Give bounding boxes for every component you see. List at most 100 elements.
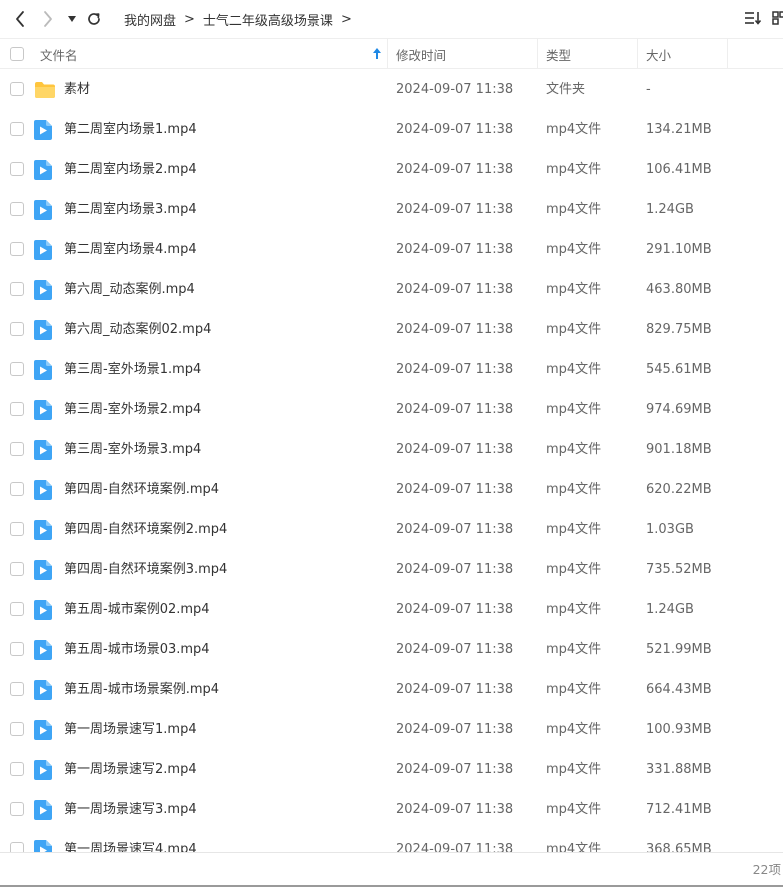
file-name[interactable]: 第五周-城市案例02.mp4 xyxy=(64,590,210,630)
sort-ascending-arrow-icon xyxy=(373,48,381,59)
select-all-checkbox[interactable] xyxy=(10,47,24,61)
row-checkbox[interactable] xyxy=(10,442,24,456)
file-name[interactable]: 第四周-自然环境案例3.mp4 xyxy=(64,550,227,590)
row-checkbox[interactable] xyxy=(10,202,24,216)
row-checkbox[interactable] xyxy=(10,362,24,376)
row-checkbox[interactable] xyxy=(10,762,24,776)
file-type: mp4文件 xyxy=(546,682,602,697)
file-modified-time: 2024-09-07 11:38 xyxy=(396,602,514,617)
row-checkbox[interactable] xyxy=(10,842,24,852)
file-name[interactable]: 第二周室内场景2.mp4 xyxy=(64,150,197,190)
history-dropdown-button[interactable] xyxy=(66,9,78,29)
file-row[interactable]: 第四周-自然环境案例3.mp4 2024-09-07 11:38 mp4文件 735.… xyxy=(0,550,783,590)
dropdown-triangle-icon xyxy=(68,16,76,22)
row-checkbox[interactable] xyxy=(10,642,24,656)
file-row[interactable]: 第五周-城市案例02.mp4 2024-09-07 11:38 mp4文件 1.24G… xyxy=(0,590,783,630)
row-checkbox[interactable] xyxy=(10,802,24,816)
file-row[interactable]: 第一周场景速写3.mp4 2024-09-07 11:38 mp4文件 712.41M… xyxy=(0,790,783,830)
view-mode-button[interactable] xyxy=(772,10,783,28)
status-bar: 22项 xyxy=(0,852,783,887)
file-type: mp4文件 xyxy=(546,362,602,377)
file-row[interactable]: 第四周-自然环境案例.mp4 2024-09-07 11:38 mp4文件 620.2… xyxy=(0,470,783,510)
file-modified-time: 2024-09-07 11:38 xyxy=(396,362,514,377)
file-name[interactable]: 第三周-室外场景2.mp4 xyxy=(64,390,201,430)
file-name[interactable]: 第一周场景速写1.mp4 xyxy=(64,710,197,750)
file-size: 368.65MB xyxy=(646,842,712,852)
file-row[interactable]: 第一周场景速写1.mp4 2024-09-07 11:38 mp4文件 100.93M… xyxy=(0,710,783,750)
file-row[interactable]: 第六周_动态案例02.mp4 2024-09-07 11:38 mp4文件 829.7… xyxy=(0,310,783,350)
file-name[interactable]: 第二周室内场景3.mp4 xyxy=(64,190,197,230)
row-checkbox[interactable] xyxy=(10,722,24,736)
file-row[interactable]: 第二周室内场景1.mp4 2024-09-07 11:38 mp4文件 134.21M… xyxy=(0,110,783,150)
file-row[interactable]: 第五周-城市场景03.mp4 2024-09-07 11:38 mp4文件 521.9… xyxy=(0,630,783,670)
file-name[interactable]: 第四周-自然环境案例2.mp4 xyxy=(64,510,227,550)
sort-list-icon xyxy=(745,12,762,25)
file-row[interactable]: 第二周室内场景3.mp4 2024-09-07 11:38 mp4文件 1.24GB xyxy=(0,190,783,230)
back-button[interactable] xyxy=(10,9,30,29)
column-header-modified[interactable]: 修改时间 xyxy=(396,39,536,69)
file-row[interactable]: 第六周_动态案例.mp4 2024-09-07 11:38 mp4文件 463.80M… xyxy=(0,270,783,310)
folder-icon xyxy=(34,80,55,100)
file-type: mp4文件 xyxy=(546,242,602,257)
file-name[interactable]: 第六周_动态案例.mp4 xyxy=(64,270,195,310)
video-file-icon xyxy=(34,840,54,852)
column-divider xyxy=(727,39,728,69)
video-file-icon xyxy=(34,520,54,540)
file-name[interactable]: 第一周场景速写3.mp4 xyxy=(64,790,197,830)
file-name[interactable]: 第六周_动态案例02.mp4 xyxy=(64,310,211,350)
file-name[interactable]: 素材 xyxy=(64,70,90,110)
column-header-type[interactable]: 类型 xyxy=(546,39,636,69)
file-modified-time: 2024-09-07 11:38 xyxy=(396,122,514,137)
file-row[interactable]: 素材 2024-09-07 11:38 文件夹 - xyxy=(0,70,783,110)
file-modified-time: 2024-09-07 11:38 xyxy=(396,322,514,337)
file-row[interactable]: 第四周-自然环境案例2.mp4 2024-09-07 11:38 mp4文件 1.03… xyxy=(0,510,783,550)
video-file-icon xyxy=(34,560,54,580)
file-name[interactable]: 第二周室内场景1.mp4 xyxy=(64,110,197,150)
file-row[interactable]: 第三周-室外场景3.mp4 2024-09-07 11:38 mp4文件 901.18… xyxy=(0,430,783,470)
column-header-name[interactable]: 文件名 xyxy=(40,39,385,69)
row-checkbox[interactable] xyxy=(10,522,24,536)
video-file-icon xyxy=(34,760,54,780)
file-type: mp4文件 xyxy=(546,722,602,737)
row-checkbox[interactable] xyxy=(10,482,24,496)
row-checkbox[interactable] xyxy=(10,322,24,336)
file-name[interactable]: 第五周-城市场景案例.mp4 xyxy=(64,670,219,710)
file-size: 106.41MB xyxy=(646,162,712,177)
row-checkbox[interactable] xyxy=(10,282,24,296)
file-row[interactable]: 第三周-室外场景1.mp4 2024-09-07 11:38 mp4文件 545.61… xyxy=(0,350,783,390)
file-row[interactable]: 第二周室内场景2.mp4 2024-09-07 11:38 mp4文件 106.41M… xyxy=(0,150,783,190)
file-row[interactable]: 第五周-城市场景案例.mp4 2024-09-07 11:38 mp4文件 664.4… xyxy=(0,670,783,710)
file-name[interactable]: 第一周场景速写4.mp4 xyxy=(64,830,197,852)
row-checkbox[interactable] xyxy=(10,82,24,96)
file-type: mp4文件 xyxy=(546,762,602,777)
file-name[interactable]: 第四周-自然环境案例.mp4 xyxy=(64,470,219,510)
row-checkbox[interactable] xyxy=(10,402,24,416)
file-row[interactable]: 第三周-室外场景2.mp4 2024-09-07 11:38 mp4文件 974.69… xyxy=(0,390,783,430)
row-checkbox[interactable] xyxy=(10,242,24,256)
breadcrumb-item-root[interactable]: 我的网盘 xyxy=(124,10,176,29)
file-name[interactable]: 第三周-室外场景3.mp4 xyxy=(64,430,201,470)
row-checkbox[interactable] xyxy=(10,682,24,696)
row-checkbox[interactable] xyxy=(10,162,24,176)
video-file-icon xyxy=(34,720,54,740)
file-modified-time: 2024-09-07 11:38 xyxy=(396,402,514,417)
row-checkbox[interactable] xyxy=(10,122,24,136)
video-file-icon xyxy=(34,600,54,620)
row-checkbox[interactable] xyxy=(10,602,24,616)
file-name[interactable]: 第二周室内场景4.mp4 xyxy=(64,230,197,270)
file-name[interactable]: 第三周-室外场景1.mp4 xyxy=(64,350,201,390)
file-row[interactable]: 第一周场景速写2.mp4 2024-09-07 11:38 mp4文件 331.88M… xyxy=(0,750,783,790)
column-header-size[interactable]: 大小 xyxy=(646,39,726,69)
breadcrumb-item-current[interactable]: 士气二年级高级场景课 xyxy=(203,10,333,29)
refresh-button[interactable] xyxy=(84,9,104,29)
sort-menu-button[interactable] xyxy=(744,10,764,28)
file-row[interactable]: 第一周场景速写4.mp4 2024-09-07 11:38 mp4文件 368.65M… xyxy=(0,830,783,852)
row-checkbox[interactable] xyxy=(10,562,24,576)
file-name[interactable]: 第五周-城市场景03.mp4 xyxy=(64,630,210,670)
video-file-icon xyxy=(34,680,54,700)
file-size: 545.61MB xyxy=(646,362,712,377)
file-row[interactable]: 第二周室内场景4.mp4 2024-09-07 11:38 mp4文件 291.10M… xyxy=(0,230,783,270)
toolbar: 我的网盘 > 士气二年级高级场景课 > xyxy=(0,0,783,38)
forward-button[interactable] xyxy=(38,9,58,29)
file-name[interactable]: 第一周场景速写2.mp4 xyxy=(64,750,197,790)
